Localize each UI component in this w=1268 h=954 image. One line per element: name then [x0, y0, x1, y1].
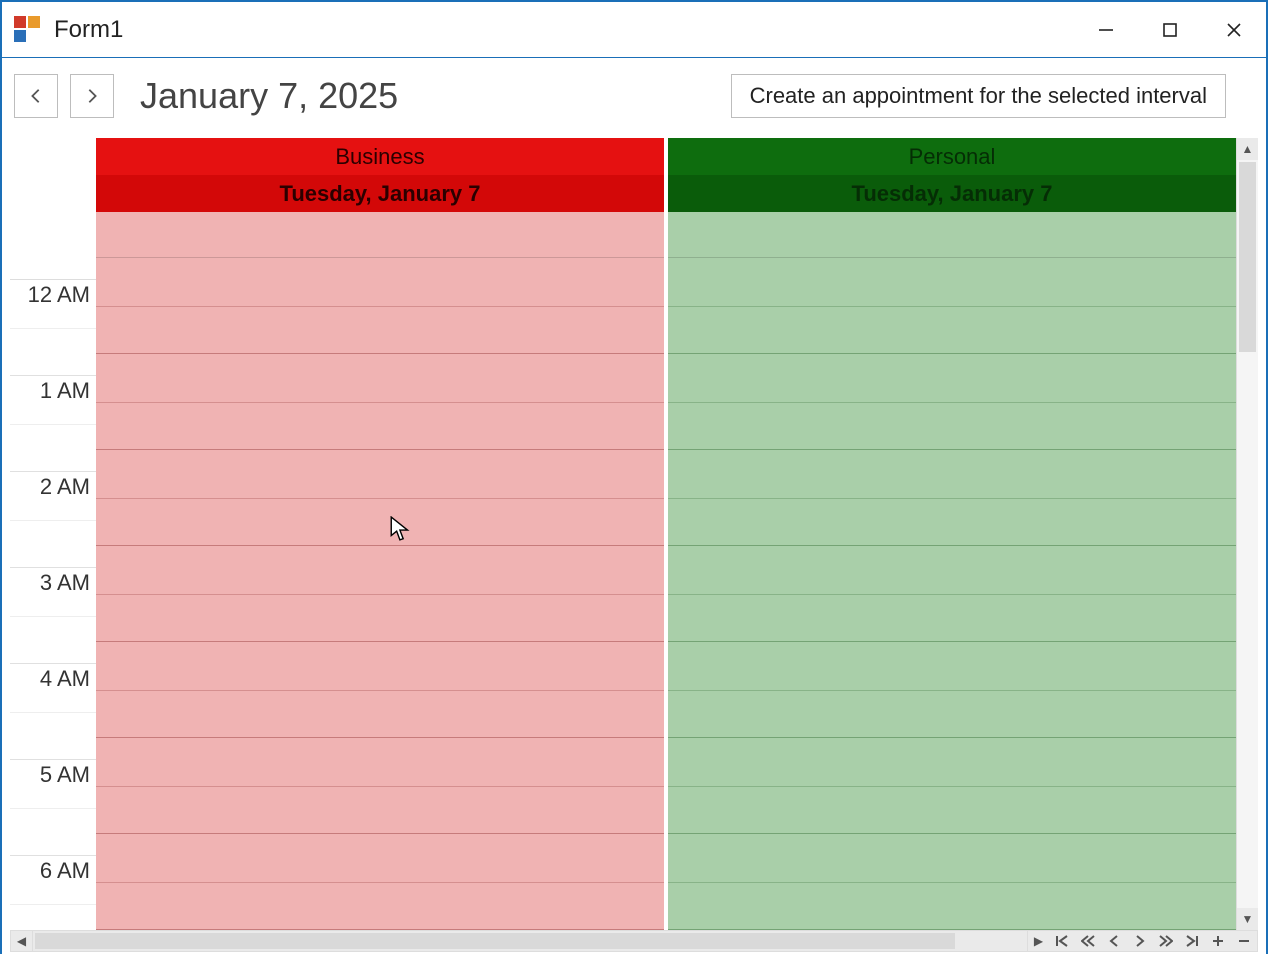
resource-header[interactable]: Personal [668, 138, 1236, 175]
time-slot: 2 AM [10, 472, 96, 568]
time-slot: 12 AM [10, 280, 96, 376]
vertical-scrollbar[interactable]: ▲ ▼ [1236, 138, 1258, 930]
date-title: January 7, 2025 [140, 75, 719, 117]
hscroll-right-button[interactable]: ▶ [1027, 931, 1049, 951]
allday-row[interactable] [96, 212, 664, 258]
app-icon [14, 16, 42, 44]
bottom-bar: ◀ ▶ [10, 930, 1258, 952]
last-icon [1185, 934, 1199, 948]
prev-resource-button[interactable] [1101, 931, 1127, 951]
scheduler: 12 AM 1 AM 2 AM 3 AM 4 AM 5 AM 6 AM Busi… [10, 138, 1258, 930]
close-button[interactable] [1202, 2, 1266, 57]
window-controls [1074, 2, 1266, 57]
resource-date-header[interactable]: Tuesday, January 7 [668, 175, 1236, 212]
resource-column-personal: Personal Tuesday, January 7 [668, 138, 1236, 930]
scroll-thumb[interactable] [1239, 162, 1256, 352]
prev-icon [1107, 934, 1121, 948]
time-slot: 6 AM [10, 856, 96, 930]
close-icon [1224, 20, 1244, 40]
scroll-down-button[interactable]: ▼ [1237, 908, 1258, 930]
toolbar: January 7, 2025 Create an appointment fo… [10, 74, 1258, 132]
first-resource-button[interactable] [1049, 931, 1075, 951]
first-icon [1055, 934, 1069, 948]
scroll-track[interactable] [1237, 160, 1258, 908]
time-label: 4 AM [40, 666, 90, 692]
resource-columns: Business Tuesday, January 7 Personal Tue… [96, 138, 1236, 930]
last-resource-button[interactable] [1179, 931, 1205, 951]
time-slot: 3 AM [10, 568, 96, 664]
resource-nav-cluster [1049, 931, 1257, 951]
create-appointment-button[interactable]: Create an appointment for the selected i… [731, 74, 1226, 118]
hscroll-track[interactable] [33, 931, 1027, 951]
maximize-button[interactable] [1138, 2, 1202, 57]
resource-body[interactable] [96, 258, 664, 930]
plus-icon [1211, 934, 1225, 948]
next-day-button[interactable] [70, 74, 114, 118]
zoom-in-button[interactable] [1205, 931, 1231, 951]
chevron-left-icon [27, 87, 45, 105]
resource-date-header[interactable]: Tuesday, January 7 [96, 175, 664, 212]
window-title: Form1 [54, 16, 1074, 44]
chevron-right-icon [83, 87, 101, 105]
time-ruler: 12 AM 1 AM 2 AM 3 AM 4 AM 5 AM 6 AM [10, 138, 96, 930]
time-slot: 5 AM [10, 760, 96, 856]
time-label: 1 AM [40, 378, 90, 404]
time-label: 6 AM [40, 858, 90, 884]
minus-icon [1237, 934, 1251, 948]
allday-row[interactable] [668, 212, 1236, 258]
resource-body[interactable] [668, 258, 1236, 930]
titlebar: Form1 [2, 2, 1266, 58]
time-slot: 4 AM [10, 664, 96, 760]
next-resource-button[interactable] [1127, 931, 1153, 951]
prev-day-button[interactable] [14, 74, 58, 118]
hscroll-thumb[interactable] [35, 933, 955, 949]
time-label: 12 AM [28, 282, 90, 308]
maximize-icon [1160, 20, 1180, 40]
prev-page-button[interactable] [1075, 931, 1101, 951]
next-icon [1133, 934, 1147, 948]
hscroll-left-button[interactable]: ◀ [11, 931, 33, 951]
minimize-icon [1096, 20, 1116, 40]
time-label: 2 AM [40, 474, 90, 500]
next-page-button[interactable] [1153, 931, 1179, 951]
content-area: January 7, 2025 Create an appointment fo… [2, 58, 1266, 954]
time-label: 5 AM [40, 762, 90, 788]
resource-header[interactable]: Business [96, 138, 664, 175]
minimize-button[interactable] [1074, 2, 1138, 57]
zoom-out-button[interactable] [1231, 931, 1257, 951]
time-slot: 1 AM [10, 376, 96, 472]
prev-page-icon [1081, 934, 1095, 948]
next-page-icon [1159, 934, 1173, 948]
scroll-up-button[interactable]: ▲ [1237, 138, 1258, 160]
time-label: 3 AM [40, 570, 90, 596]
resource-column-business: Business Tuesday, January 7 [96, 138, 664, 930]
